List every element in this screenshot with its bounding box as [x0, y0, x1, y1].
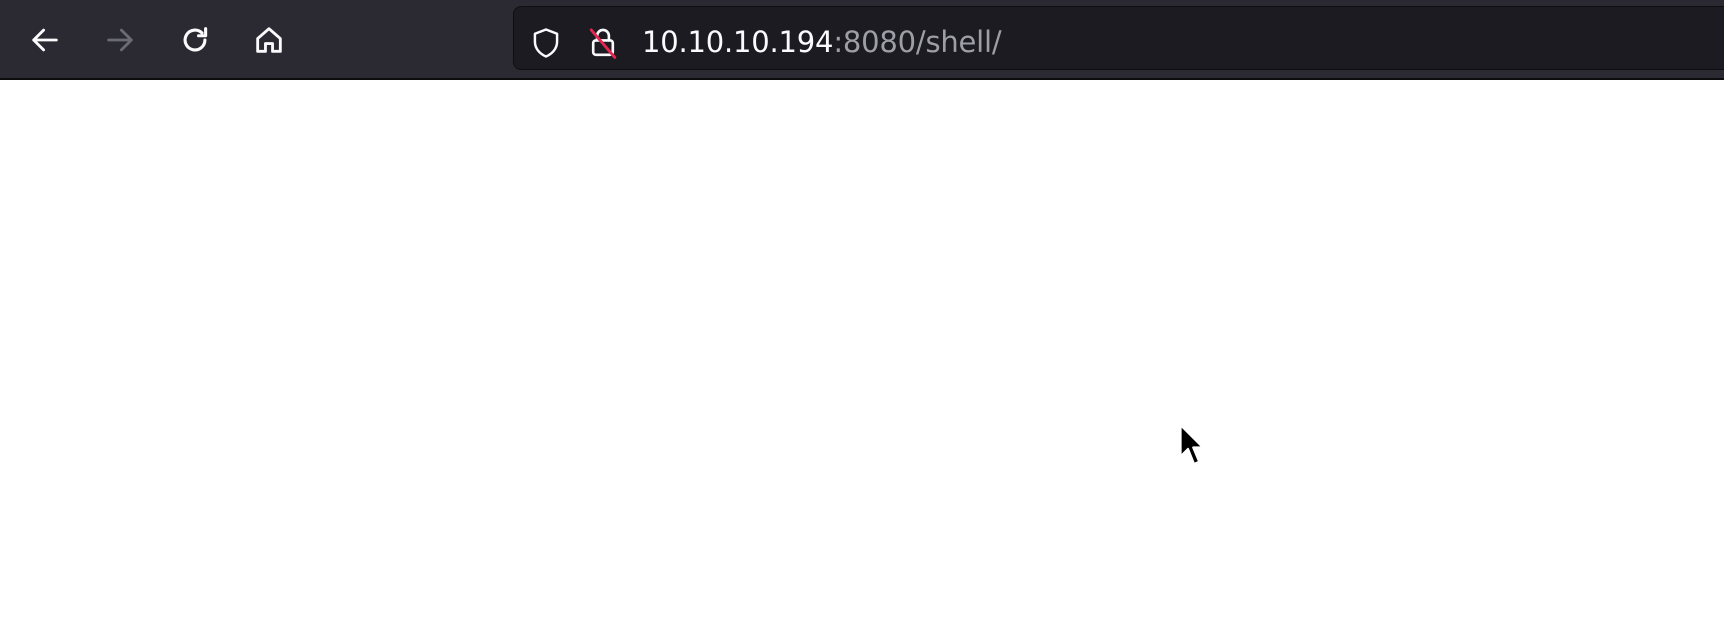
page-content	[0, 80, 1724, 636]
mouse-cursor-icon	[1179, 423, 1205, 466]
url-path: :8080/shell/	[833, 25, 1002, 59]
url-host: 10.10.10.194	[642, 25, 834, 59]
reload-button[interactable]	[173, 18, 217, 62]
lock-slash-icon[interactable]	[587, 27, 619, 59]
shield-icon[interactable]	[530, 27, 562, 59]
home-icon	[256, 27, 282, 53]
back-button[interactable]	[23, 18, 67, 62]
home-button[interactable]	[247, 18, 291, 62]
reload-icon	[183, 27, 208, 52]
arrow-right-icon	[107, 28, 133, 52]
address-bar[interactable]: 10.10.10.194:8080/shell/	[513, 6, 1724, 70]
arrow-left-icon	[32, 28, 58, 52]
browser-toolbar: 10.10.10.194:8080/shell/	[0, 0, 1724, 80]
url-text[interactable]: 10.10.10.194:8080/shell/	[642, 25, 1002, 59]
forward-button[interactable]	[98, 18, 142, 62]
